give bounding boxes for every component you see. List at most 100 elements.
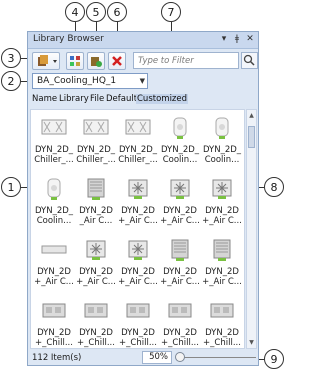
equipment-icon (168, 303, 192, 318)
zoom-slider-track[interactable] (180, 357, 256, 358)
equipment-icon (87, 178, 105, 200)
library-item-label: DYN_2D +_Chill... (35, 328, 73, 348)
library-item-label: DYN_2D +_Air C... (76, 267, 116, 287)
equipment-icon (128, 240, 148, 260)
library-item[interactable]: DYN_2D +_Air C... (202, 234, 242, 292)
library-item[interactable]: DYN_2D +_Chill... (160, 295, 200, 348)
library-item-label: DYN_2D +_Air C... (118, 206, 158, 226)
library-item[interactable]: DYN_2D_ Coolin... (34, 173, 74, 231)
callout-7: 7 (161, 2, 181, 22)
view-grid-button[interactable] (66, 52, 84, 70)
library-item[interactable]: DYN_2D_ Coolin... (202, 112, 242, 170)
sort-library[interactable]: Library (58, 94, 90, 104)
add-library-icon (91, 57, 102, 67)
library-item[interactable]: DYN_2D +_Air C... (118, 234, 158, 292)
toolbar: Type to Filter (28, 49, 258, 73)
library-item-label: DYN_2D_ Coolin... (34, 206, 74, 226)
scrollbar-thumb[interactable] (248, 126, 255, 148)
library-select-value: BA_Cooling_HQ_1 (37, 76, 117, 86)
equipment-icon (173, 117, 187, 139)
equipment-icon (171, 239, 189, 261)
library-item[interactable]: DYN_2D +_Air C... (76, 234, 116, 292)
dropdown-icon[interactable]: ▾ (218, 33, 230, 46)
filter-input[interactable]: Type to Filter (133, 52, 239, 69)
equipment-icon (47, 178, 61, 200)
library-item-label: DYN_2D +_Air C... (160, 267, 200, 287)
equipment-icon (86, 240, 106, 260)
equipment-icon (212, 179, 232, 199)
sort-customized[interactable]: Customized (136, 94, 189, 104)
chevron-down-icon: ▼ (139, 77, 145, 85)
library-item[interactable]: DYN_2D +_Chill... (202, 295, 242, 348)
vertical-scrollbar[interactable]: ▲ ▼ (246, 109, 257, 349)
callout-1: 1 (1, 177, 21, 197)
library-item-label: DYN_2D +_Chill... (119, 328, 157, 348)
library-item[interactable]: DYN_2D +_Air C... (118, 173, 158, 231)
library-item-label: DYN_2D +_Chill... (203, 328, 241, 348)
library-item-label: DYN_2D_ Coolin... (202, 145, 242, 165)
add-library-button[interactable] (87, 52, 105, 70)
scroll-down-icon[interactable]: ▼ (247, 338, 256, 347)
equipment-icon (170, 179, 190, 199)
callout-4: 4 (65, 2, 85, 22)
sort-name[interactable]: Name (31, 94, 58, 104)
sort-bar: Name Library File Default Customized (30, 94, 256, 107)
equipment-icon (128, 179, 148, 199)
library-item[interactable]: DYN_2D +_Air C... (160, 173, 200, 231)
callout-6: 6 (107, 2, 127, 22)
library-item[interactable]: DYN_2D +_Chill... (118, 295, 158, 348)
equipment-icon (210, 303, 234, 318)
panel-titlebar: Library Browser ▾ ǂ ✕ (28, 32, 258, 49)
equipment-icon (215, 117, 229, 139)
library-item[interactable]: DYN_2D_ Chiller_... (34, 112, 74, 170)
equipment-icon (42, 303, 66, 318)
library-item-label: DYN_2D +_Air C... (202, 206, 242, 226)
library-item[interactable]: DYN_2D +_Air C... (202, 173, 242, 231)
close-icon[interactable]: ✕ (244, 33, 256, 46)
callout-3: 3 (1, 48, 21, 68)
sort-default[interactable]: Default (105, 94, 138, 104)
library-box-icon (38, 55, 57, 66)
callout-8: 8 (264, 177, 284, 197)
panel-title: Library Browser (33, 34, 104, 44)
equipment-icon (41, 245, 67, 254)
library-item-label: DYN_2D +_Air C... (202, 267, 242, 287)
equipment-icon (41, 119, 67, 135)
library-item[interactable]: DYN_2D_ Chiller_... (76, 112, 116, 170)
scroll-up-icon[interactable]: ▲ (247, 111, 256, 120)
zoom-slider-knob[interactable] (175, 352, 185, 362)
equipment-icon (83, 119, 109, 135)
library-item-label: DYN_2D +_Chill... (77, 328, 115, 348)
library-select[interactable]: BA_Cooling_HQ_1 ▼ (32, 73, 148, 89)
library-item-label: DYN_2D _Air C... (79, 206, 113, 226)
library-item-label: DYN_2D +_Air C... (34, 267, 74, 287)
library-item[interactable]: DYN_2D _Air C... (76, 173, 116, 231)
search-button[interactable] (241, 52, 258, 69)
library-item[interactable]: DYN_2D_ Chiller_... (118, 112, 158, 170)
sort-file[interactable]: File (89, 94, 105, 104)
library-item-label: DYN_2D_ Chiller_... (34, 145, 74, 165)
filter-placeholder: Type to Filter (138, 56, 194, 66)
view-grid-icon (70, 56, 80, 66)
library-item-label: DYN_2D +_Air C... (118, 267, 158, 287)
callout-9: 9 (264, 349, 284, 369)
library-item[interactable]: DYN_2D +_Chill... (76, 295, 116, 348)
library-item-label: DYN_2D_ Chiller_... (76, 145, 116, 165)
delete-icon (112, 56, 122, 66)
equipment-icon (126, 303, 150, 318)
library-menu-button[interactable] (32, 52, 60, 70)
library-item-label: DYN_2D +_Air C... (160, 206, 200, 226)
library-browser-panel: Library Browser ▾ ǂ ✕ Type to Filter BA_… (27, 31, 259, 366)
remove-button[interactable] (108, 52, 126, 70)
library-item[interactable]: DYN_2D +_Air C... (34, 234, 74, 292)
library-item-label: DYN_2D_ Coolin... (160, 145, 200, 165)
library-item[interactable]: DYN_2D +_Chill... (34, 295, 74, 348)
library-item[interactable]: DYN_2D +_Air C... (160, 234, 200, 292)
search-icon (243, 54, 255, 66)
library-item[interactable]: DYN_2D_ Coolin... (160, 112, 200, 170)
library-item-grid: DYN_2D_ Chiller_... DYN_2D_ Chiller_... DY… (30, 109, 245, 349)
zoom-value[interactable]: 50% (142, 351, 172, 364)
status-bar: 112 Item(s) 50% (28, 350, 258, 365)
equipment-icon (125, 119, 151, 135)
pin-icon[interactable]: ǂ (231, 33, 243, 46)
